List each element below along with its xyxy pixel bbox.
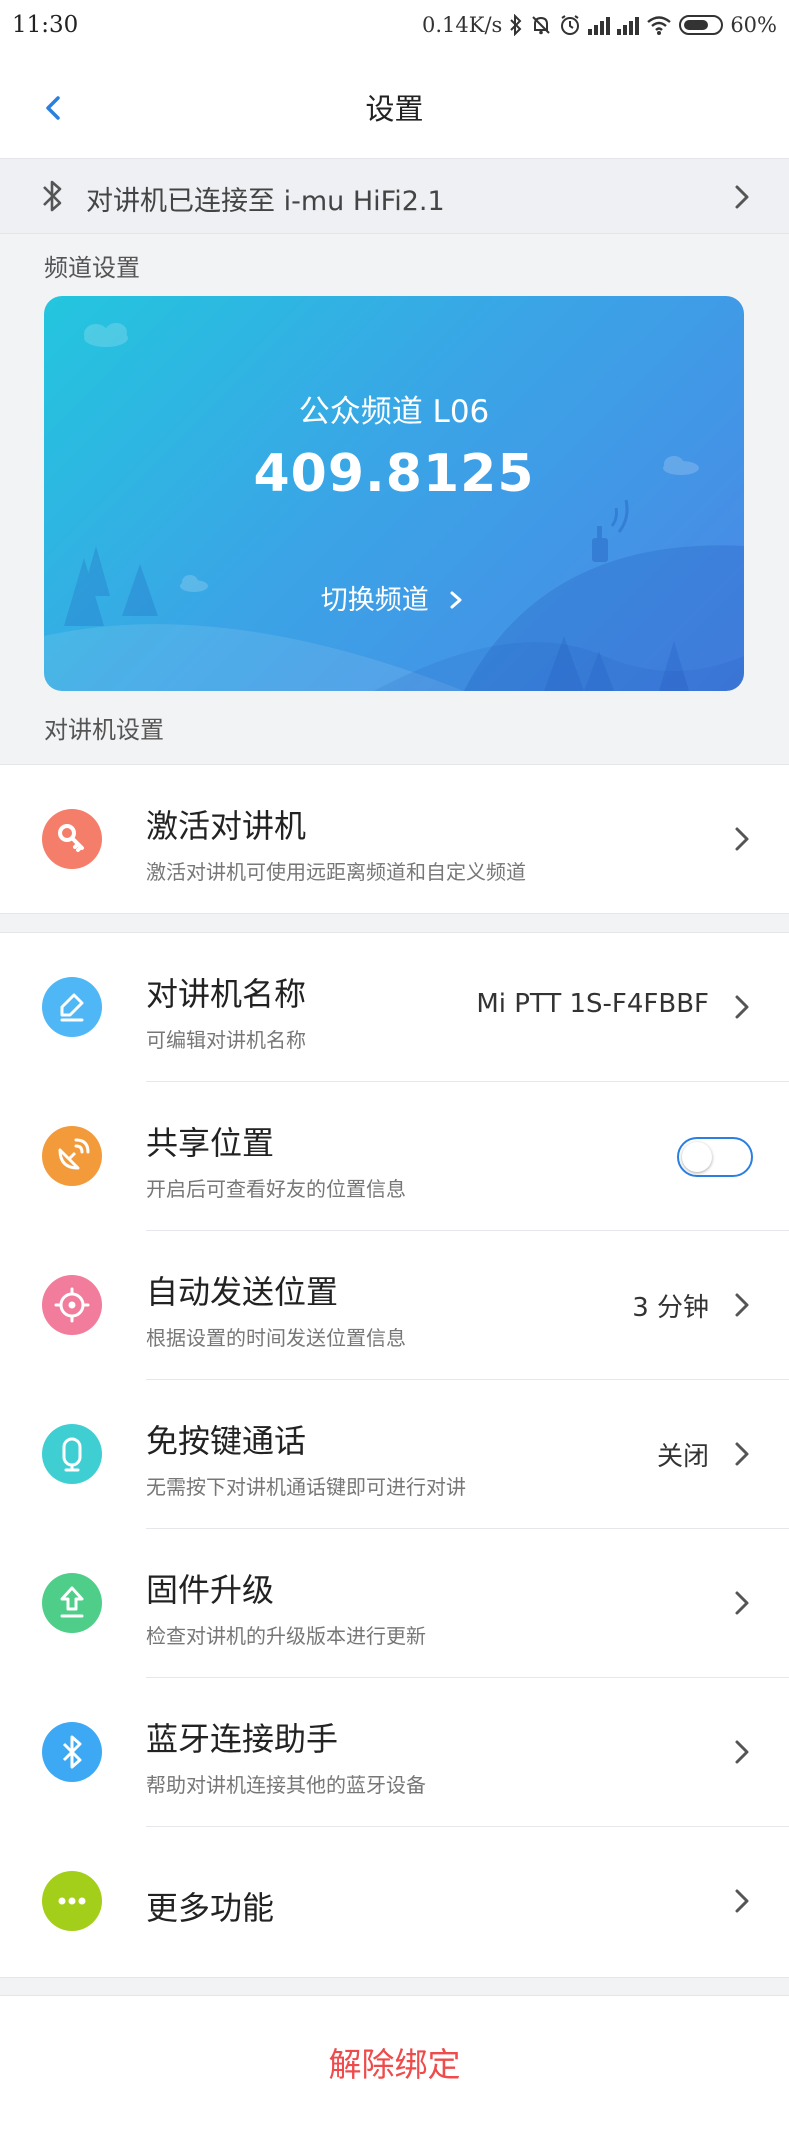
- chevron-right-icon: [735, 1889, 749, 1913]
- bluetooth-helper-subtitle: 帮助对讲机连接其他的蓝牙设备: [146, 1773, 426, 1797]
- chevron-right-icon: [735, 1591, 749, 1615]
- auto-send-title: 自动发送位置: [146, 1273, 339, 1311]
- chevron-right-icon: [735, 1293, 749, 1317]
- section-label-channel: 频道设置: [44, 254, 140, 282]
- target-icon: [42, 1275, 102, 1335]
- microphone-icon: [42, 1424, 102, 1484]
- share-location-toggle[interactable]: [677, 1137, 753, 1177]
- bluetooth-helper-title: 蓝牙连接助手: [146, 1720, 339, 1758]
- status-bar: 11:30 0.14K/s 60%: [0, 0, 789, 54]
- activate-title: 激活对讲机: [146, 807, 307, 845]
- toggle-knob: [682, 1142, 712, 1172]
- bluetooth-icon: [43, 180, 62, 212]
- status-time: 11:30: [12, 12, 79, 38]
- mute-bell-icon: [532, 16, 551, 35]
- settings-group: 对讲机名称 可编辑对讲机名称 Mi PTT 1S-F4FBBF 共享位置 开启后…: [0, 932, 789, 1978]
- handsfree-value: 关闭: [656, 1442, 709, 1472]
- auto-send-value: 3 分钟: [632, 1293, 709, 1323]
- share-location-title: 共享位置: [146, 1124, 275, 1162]
- bluetooth-helper-row[interactable]: 蓝牙连接助手 帮助对讲机连接其他的蓝牙设备: [0, 1678, 789, 1827]
- more-features-title: 更多功能: [146, 1889, 275, 1927]
- edit-icon: [42, 977, 102, 1037]
- chevron-right-icon: [735, 185, 749, 209]
- bluetooth-connection-text: 对讲机已连接至 i-mu HiFi2.1: [86, 186, 445, 217]
- share-location-row: 共享位置 开启后可查看好友的位置信息: [0, 1082, 789, 1231]
- firmware-upgrade-row[interactable]: 固件升级 检查对讲机的升级版本进行更新: [0, 1529, 789, 1678]
- bluetooth-icon: [42, 1722, 102, 1782]
- device-name-value: Mi PTT 1S-F4FBBF: [476, 989, 709, 1019]
- unbind-label: 解除绑定: [328, 2045, 461, 2084]
- handsfree-row[interactable]: 免按键通话 无需按下对讲机通话键即可进行对讲 关闭: [0, 1380, 789, 1529]
- alarm-icon: [561, 15, 580, 35]
- auto-send-subtitle: 根据设置的时间发送位置信息: [146, 1326, 406, 1350]
- device-name-title: 对讲机名称: [146, 975, 307, 1013]
- signal-icon: [617, 15, 640, 35]
- satellite-icon: [42, 1126, 102, 1186]
- chevron-right-icon: [735, 1442, 749, 1466]
- channel-card: 公众频道 L06 409.8125 切换频道: [44, 296, 744, 691]
- unbind-button[interactable]: 解除绑定: [0, 1995, 789, 2129]
- section-label-device: 对讲机设置: [44, 716, 164, 744]
- handsfree-title: 免按键通话: [146, 1422, 307, 1460]
- activate-subtitle: 激活对讲机可使用远距离频道和自定义频道: [146, 860, 526, 884]
- device-name-row[interactable]: 对讲机名称 可编辑对讲机名称 Mi PTT 1S-F4FBBF: [0, 933, 789, 1082]
- upload-icon: [42, 1573, 102, 1633]
- signal-icon: [588, 15, 611, 35]
- channel-frequency: 409.8125: [253, 444, 535, 504]
- bluetooth-connection-banner[interactable]: 对讲机已连接至 i-mu HiFi2.1: [0, 158, 789, 234]
- channel-name: 公众频道 L06: [298, 394, 490, 430]
- share-location-subtitle: 开启后可查看好友的位置信息: [146, 1177, 406, 1201]
- nav-bar: 设置: [0, 54, 789, 158]
- bluetooth-icon: [510, 14, 522, 36]
- page-title: 设置: [365, 92, 424, 126]
- chevron-right-icon: [450, 591, 462, 609]
- switch-channel-button[interactable]: 切换频道: [44, 578, 744, 617]
- battery-icon: [679, 15, 724, 35]
- net-speed: 0.14K/s: [422, 13, 503, 37]
- more-features-row[interactable]: 更多功能: [0, 1827, 789, 1976]
- chevron-right-icon: [735, 1740, 749, 1764]
- activate-group: 激活对讲机 激活对讲机可使用远距离频道和自定义频道: [0, 764, 789, 914]
- more-dots-icon: [42, 1871, 102, 1931]
- wifi-icon: [647, 16, 672, 35]
- battery-percent: 60%: [730, 13, 777, 37]
- handsfree-subtitle: 无需按下对讲机通话键即可进行对讲: [146, 1475, 466, 1499]
- auto-send-location-row[interactable]: 自动发送位置 根据设置的时间发送位置信息 3 分钟: [0, 1231, 789, 1380]
- key-icon: [42, 809, 102, 869]
- device-name-subtitle: 可编辑对讲机名称: [146, 1028, 306, 1052]
- chevron-right-icon: [735, 995, 749, 1019]
- chevron-right-icon: [735, 827, 749, 851]
- firmware-title: 固件升级: [146, 1571, 275, 1609]
- switch-channel-label: 切换频道: [320, 585, 429, 616]
- firmware-subtitle: 检查对讲机的升级版本进行更新: [146, 1624, 426, 1648]
- activate-row[interactable]: 激活对讲机 激活对讲机可使用远距离频道和自定义频道: [0, 765, 789, 914]
